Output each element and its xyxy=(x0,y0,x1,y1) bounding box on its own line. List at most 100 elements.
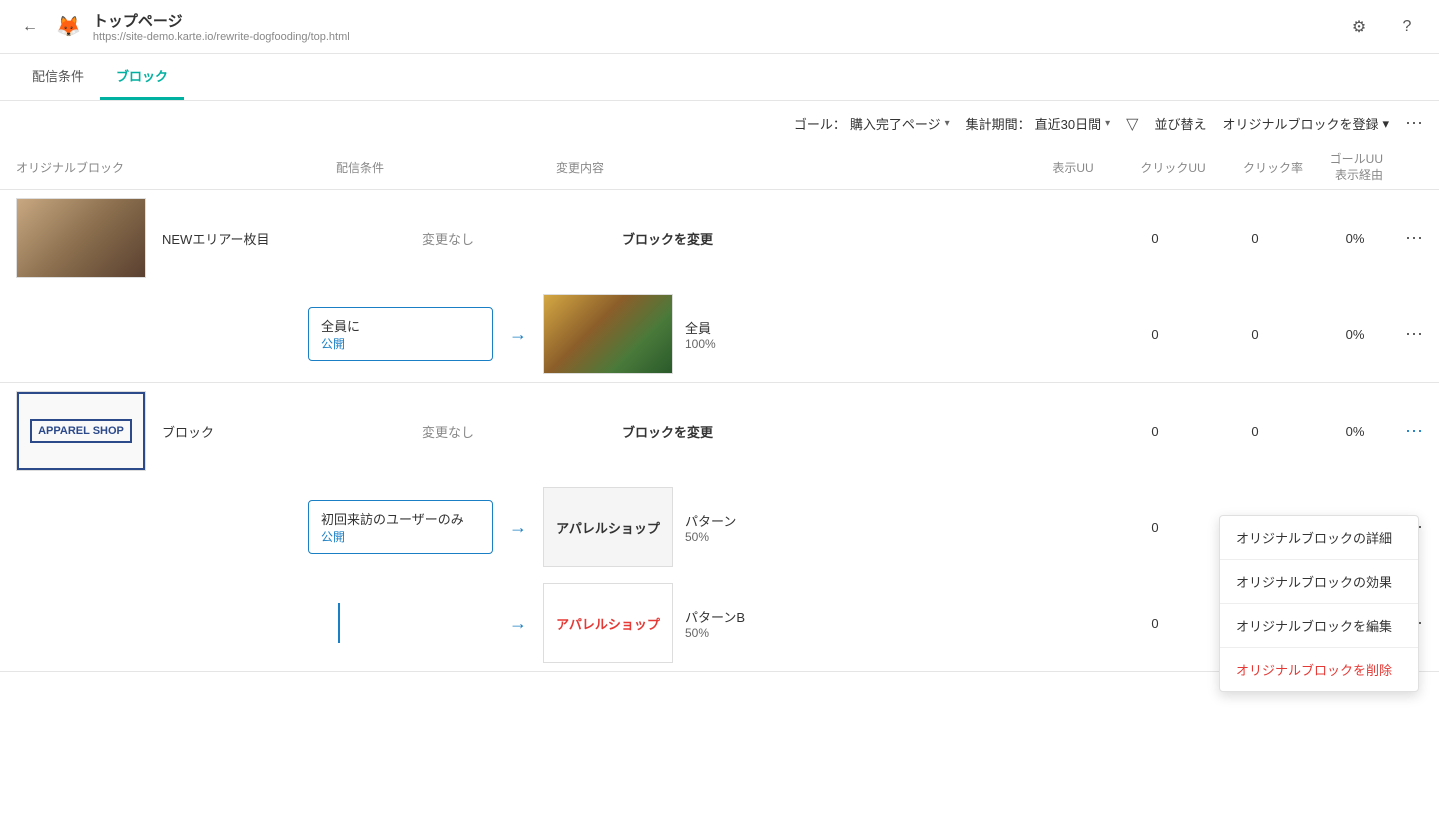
condition-label: 初回来訪のユーザーのみ xyxy=(321,509,480,528)
pattern-percent: 50% xyxy=(685,530,736,544)
block-name: NEWエリアー枚目 xyxy=(162,229,270,248)
pattern-b-percent: 50% xyxy=(685,626,745,640)
sub-row-more-button[interactable]: ⋯ xyxy=(1405,324,1423,345)
goal-label: ゴール： xyxy=(794,114,846,133)
period-value: 直近30日間 xyxy=(1035,114,1101,133)
sub-display-uu: 0 xyxy=(1105,520,1205,535)
header-icons: ⚙ ? xyxy=(1343,11,1423,43)
register-label: オリジナルブロックを登録 xyxy=(1222,114,1378,133)
dropdown-item-delete[interactable]: オリジナルブロックを削除 xyxy=(1220,648,1418,691)
col-header-display: 表示UU xyxy=(1023,159,1123,176)
main-condition: 変更なし xyxy=(422,422,622,441)
main-change: ブロックを変更 xyxy=(622,422,1105,441)
block-name: ブロック xyxy=(162,422,214,441)
change-label: ブロックを変更 xyxy=(622,425,713,440)
sub-row: 全員に 公開 → 全員 100% 0 0 0% ⋯ xyxy=(0,286,1439,382)
change-block-thumbnail xyxy=(543,294,673,374)
tab-block[interactable]: ブロック xyxy=(100,54,184,100)
condition-text: 変更なし xyxy=(422,232,474,247)
sub-click-uu: 0 xyxy=(1205,327,1305,342)
condition-status: 公開 xyxy=(321,528,480,545)
sub-b-display-uu: 0 xyxy=(1105,616,1205,631)
change-info: パターン 50% xyxy=(685,511,736,544)
help-button[interactable]: ? xyxy=(1391,11,1423,43)
dropdown-item-detail[interactable]: オリジナルブロックの詳細 xyxy=(1220,516,1418,559)
block-info: NEWエリアー枚目 xyxy=(162,229,422,248)
apparel-shop-label: APPAREL SHOP xyxy=(30,419,132,443)
col-header-goal: ゴールUU 表示経由 xyxy=(1323,152,1423,183)
logo-icon: 🦊 xyxy=(56,14,81,39)
block-thumbnail-person xyxy=(16,198,146,278)
display-uu: 0 xyxy=(1105,424,1205,439)
sub-display-uu: 0 xyxy=(1105,327,1205,342)
register-chevron-icon: ▾ xyxy=(1382,116,1389,132)
change-percent: 100% xyxy=(685,337,716,351)
change-info: 全員 100% xyxy=(685,318,716,351)
pattern-b-label: パターンB xyxy=(685,607,745,626)
change-label: ブロックを変更 xyxy=(622,232,713,247)
col-header-change: 変更内容 xyxy=(556,159,1023,176)
col-header-condition: 配信条件 xyxy=(336,159,556,176)
connector xyxy=(308,603,493,643)
col-header-block: オリジナルブロック xyxy=(16,159,336,176)
change-block-pattern-a: アパレルショップ xyxy=(543,487,673,567)
goal-selector[interactable]: ゴール： 購入完了ページ ▾ xyxy=(794,114,950,133)
pattern-label: パターン xyxy=(685,511,736,530)
register-block-button[interactable]: オリジナルブロックを登録 ▾ xyxy=(1222,114,1389,133)
pattern-a-text: アパレルショップ xyxy=(556,518,660,537)
condition-status: 公開 xyxy=(321,335,480,352)
toolbar: ゴール： 購入完了ページ ▾ 集計期間： 直近30日間 ▾ ▽ 並び替え オリジ… xyxy=(0,101,1439,146)
table-row: NEWエリアー枚目 変更なし ブロックを変更 0 0 0% ⋯ xyxy=(0,190,1439,286)
block-info: ブロック xyxy=(162,422,422,441)
condition-box: 全員に 公開 xyxy=(308,307,493,361)
click-uu: 0 xyxy=(1205,424,1305,439)
goal-uu-label: ゴールUU xyxy=(1323,152,1383,168)
sub-click-rate: 0% xyxy=(1305,327,1405,342)
back-button[interactable]: ← xyxy=(16,13,44,41)
period-label: 集計期間： xyxy=(966,114,1031,133)
tabs-bar: 配信条件 ブロック xyxy=(0,54,1439,101)
block-group-new-area: NEWエリアー枚目 変更なし ブロックを変更 0 0 0% ⋯ 全員に 公開 →… xyxy=(0,190,1439,383)
filter-button[interactable]: ▽ xyxy=(1126,114,1138,134)
arrow-icon: → xyxy=(509,517,527,538)
settings-button[interactable]: ⚙ xyxy=(1343,11,1375,43)
col-header-click: クリックUU xyxy=(1123,159,1223,176)
toolbar-more-button[interactable]: ⋯ xyxy=(1405,113,1423,134)
page-title: トップページ xyxy=(93,10,350,31)
main-change: ブロックを変更 xyxy=(622,229,1105,248)
table-header: オリジナルブロック 配信条件 変更内容 表示UU クリックUU クリック率 ゴー… xyxy=(0,146,1439,190)
goal-chevron-icon: ▾ xyxy=(945,118,950,129)
header: ← 🦊 トップページ https://site-demo.karte.io/re… xyxy=(0,0,1439,54)
vertical-line xyxy=(338,603,340,643)
dropdown-item-effect[interactable]: オリジナルブロックの効果 xyxy=(1220,560,1418,603)
dropdown-item-edit[interactable]: オリジナルブロックを編集 xyxy=(1220,604,1418,647)
row-more-button-active[interactable]: ⋯ xyxy=(1405,421,1423,442)
goal-display-label: 表示経由 xyxy=(1323,168,1383,184)
sort-button[interactable]: 並び替え xyxy=(1154,114,1206,133)
table-row: APPAREL SHOP ブロック 変更なし ブロックを変更 0 0 0% ⋯ xyxy=(0,383,1439,479)
click-uu: 0 xyxy=(1205,231,1305,246)
change-target: 全員 xyxy=(685,318,716,337)
pattern-b-text: アパレルショップ xyxy=(556,614,660,633)
click-rate: 0% xyxy=(1305,231,1405,246)
click-rate: 0% xyxy=(1305,424,1405,439)
period-selector[interactable]: 集計期間： 直近30日間 ▾ xyxy=(966,114,1111,133)
row-more-button[interactable]: ⋯ xyxy=(1405,228,1423,249)
condition-text: 変更なし xyxy=(422,425,474,440)
change-block-pattern-b: アパレルショップ xyxy=(543,583,673,663)
col-header-rate: クリック率 xyxy=(1223,159,1323,176)
condition-box-first-visit: 初回来訪のユーザーのみ 公開 xyxy=(308,500,493,554)
goal-value: 購入完了ページ xyxy=(850,114,941,133)
display-uu: 0 xyxy=(1105,231,1205,246)
arrow-icon-b: → xyxy=(509,613,527,634)
page-url: https://site-demo.karte.io/rewrite-dogfo… xyxy=(93,31,350,43)
arrow-icon: → xyxy=(509,324,527,345)
block-thumbnail-apparel: APPAREL SHOP xyxy=(16,391,146,471)
header-title-block: トップページ https://site-demo.karte.io/rewrit… xyxy=(93,10,350,43)
tab-delivery-condition[interactable]: 配信条件 xyxy=(16,54,100,100)
dropdown-menu: オリジナルブロックの詳細 オリジナルブロックの効果 オリジナルブロックを編集 オ… xyxy=(1219,515,1419,692)
condition-label: 全員に xyxy=(321,316,480,335)
main-condition: 変更なし xyxy=(422,229,622,248)
period-chevron-icon: ▾ xyxy=(1105,118,1110,129)
change-info-b: パターンB 50% xyxy=(685,607,745,640)
